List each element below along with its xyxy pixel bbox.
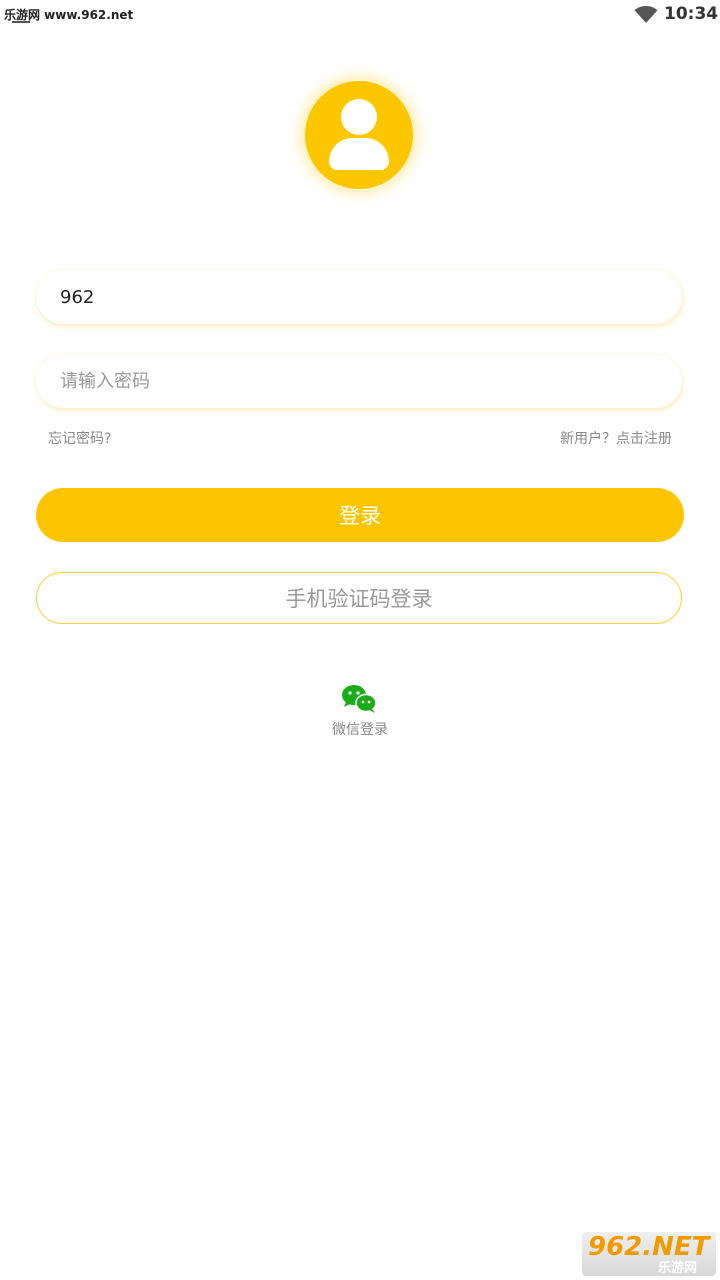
wifi-icon	[634, 6, 658, 23]
watermark-badge-sub: 乐游网	[658, 1261, 698, 1276]
forgot-password-link[interactable]: 忘记密码?	[48, 428, 111, 448]
username-input[interactable]	[60, 270, 660, 324]
sms-login-button[interactable]: 手机验证码登录	[36, 572, 682, 624]
status-time: 10:34	[664, 4, 719, 24]
wechat-login-label[interactable]: 微信登录	[0, 719, 720, 739]
login-screen: 乐游网 www.962.net 10:34 忘记密码? 新用户？点击注册 登录 …	[0, 0, 720, 1280]
login-button[interactable]: 登录	[36, 488, 684, 542]
wechat-icon[interactable]	[341, 684, 379, 714]
password-input[interactable]	[60, 354, 660, 408]
register-link[interactable]: 新用户？点击注册	[560, 428, 672, 448]
avatar-body	[329, 138, 389, 170]
watermark-badge: 962.NET 乐游网	[582, 1232, 716, 1276]
username-field[interactable]	[36, 270, 682, 324]
status-bar: 乐游网 www.962.net 10:34	[0, 0, 720, 30]
password-field[interactable]	[36, 354, 682, 408]
user-avatar-icon	[305, 81, 413, 189]
watermark-underline	[12, 21, 30, 23]
avatar-head	[341, 99, 377, 135]
